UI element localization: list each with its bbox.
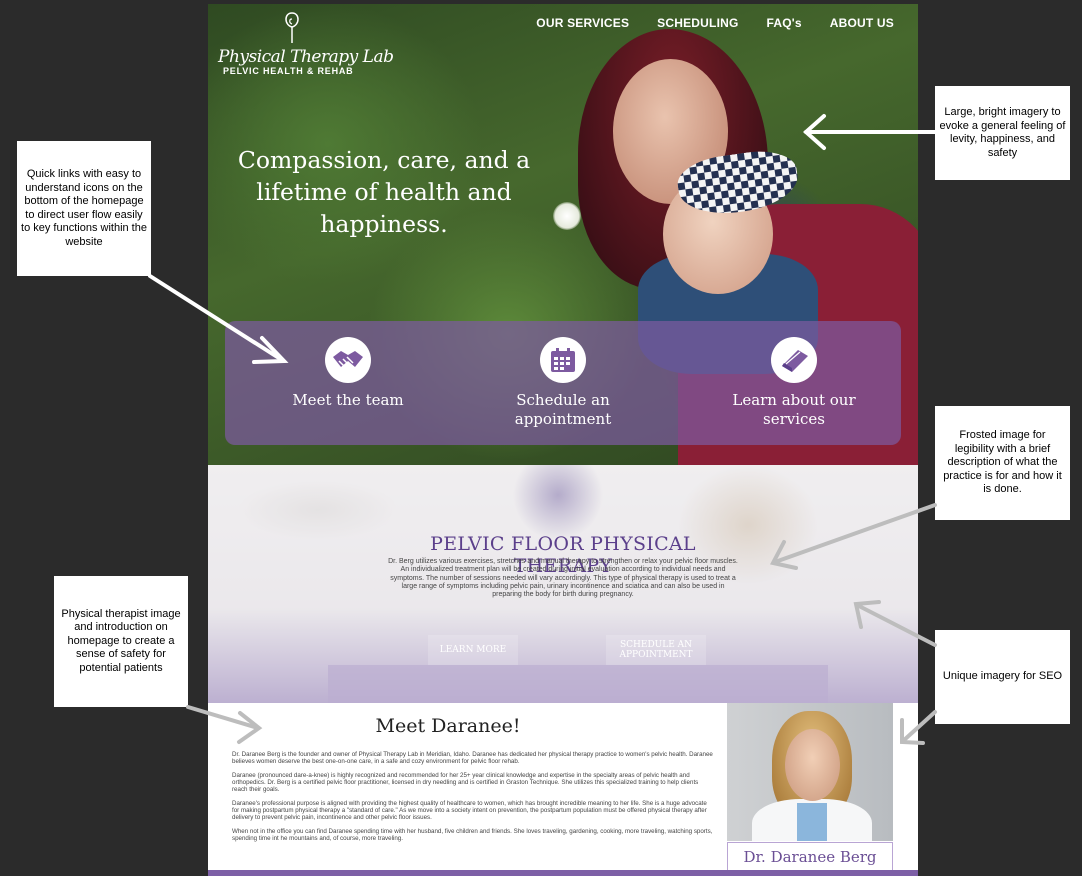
arrow-frosted: [770, 503, 937, 570]
arrow-quick-links: [148, 274, 289, 364]
arrow-seo-to-photo: [900, 710, 937, 745]
arrow-imagery: [802, 114, 937, 150]
arrow-therapist: [186, 705, 263, 744]
arrow-seo-to-image: [853, 600, 937, 647]
annotation-arrows: [148, 114, 937, 745]
